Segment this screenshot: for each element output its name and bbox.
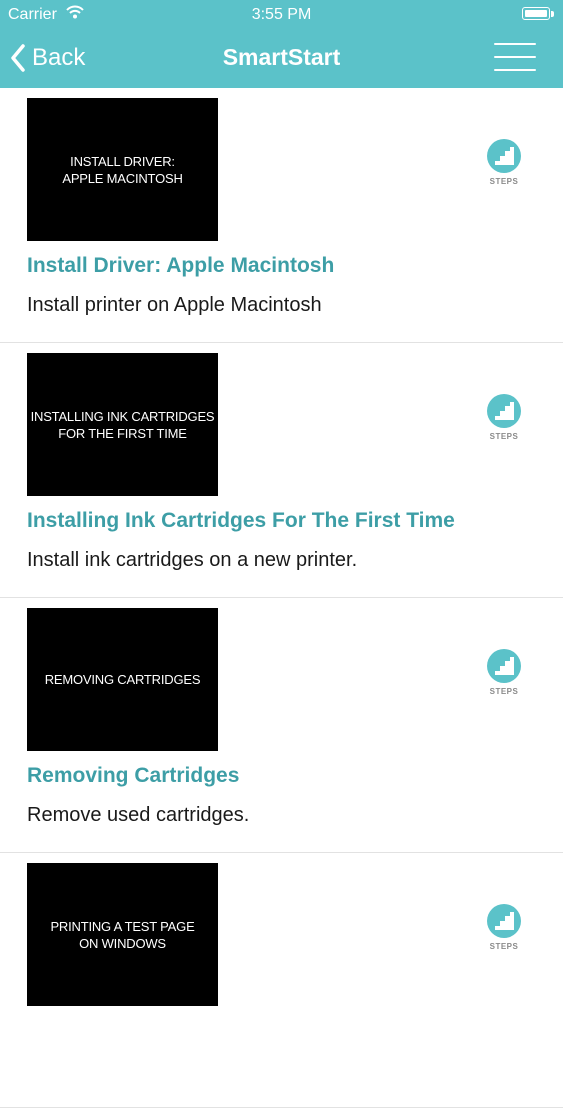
list-item[interactable]: INSTALLING INK CARTRIDGES FOR THE FIRST …	[0, 343, 563, 598]
list-item[interactable]: PRINTING A TEST PAGE ON WINDOWS STEPS	[0, 853, 563, 1108]
video-thumbnail[interactable]: INSTALLING INK CARTRIDGES FOR THE FIRST …	[27, 353, 218, 496]
menu-bar-icon	[494, 69, 536, 71]
status-bar: Carrier 3:55 PM	[0, 0, 563, 30]
item-description: Install ink cartridges on a new printer.	[27, 549, 358, 571]
video-thumbnail[interactable]: INSTALL DRIVER: APPLE MACINTOSH	[27, 98, 218, 241]
item-description: Install printer on Apple Macintosh	[27, 294, 322, 316]
item-title[interactable]: Removing Cartridges	[27, 764, 239, 788]
steps-icon	[487, 649, 521, 683]
item-title[interactable]: Installing Ink Cartridges For The First …	[27, 509, 455, 533]
steps-icon	[487, 904, 521, 938]
steps-badge[interactable]: STEPS	[480, 903, 528, 955]
steps-label: STEPS	[489, 177, 519, 186]
hamburger-menu-button[interactable]	[494, 43, 536, 73]
status-time: 3:55 PM	[251, 6, 312, 23]
steps-label: STEPS	[489, 432, 519, 441]
video-thumbnail[interactable]: PRINTING A TEST PAGE ON WINDOWS	[27, 863, 218, 1006]
video-thumbnail[interactable]: REMOVING CARTRIDGES	[27, 608, 218, 751]
navigation-bar: Back SmartStart	[0, 30, 563, 88]
steps-badge[interactable]: STEPS	[480, 393, 528, 445]
steps-icon	[487, 394, 521, 428]
list-item[interactable]: REMOVING CARTRIDGES STEPS Removing Cartr…	[0, 598, 563, 853]
item-title[interactable]: Install Driver: Apple Macintosh	[27, 254, 334, 278]
battery-tip	[551, 11, 554, 17]
item-description: Remove used cartridges.	[27, 804, 250, 826]
steps-badge[interactable]: STEPS	[480, 648, 528, 700]
steps-icon	[487, 139, 521, 173]
app-header: Carrier 3:55 PM Back SmartStart	[0, 0, 563, 88]
tutorial-list: INSTALL DRIVER: APPLE MACINTOSH STEPS In…	[0, 88, 563, 1108]
steps-badge[interactable]: STEPS	[480, 138, 528, 190]
steps-label: STEPS	[489, 687, 519, 696]
steps-label: STEPS	[489, 942, 519, 951]
menu-bar-icon	[494, 43, 536, 45]
page-title: SmartStart	[222, 44, 341, 70]
battery-icon	[522, 7, 550, 20]
menu-bar-icon	[494, 56, 536, 58]
list-item[interactable]: INSTALL DRIVER: APPLE MACINTOSH STEPS In…	[0, 88, 563, 343]
